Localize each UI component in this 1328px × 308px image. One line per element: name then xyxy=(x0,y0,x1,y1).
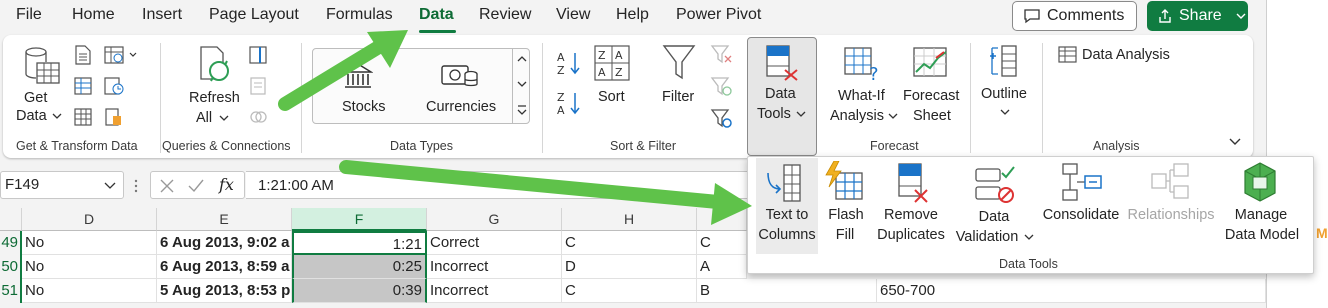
arrow-to-data-tab xyxy=(278,30,408,111)
arrow-to-text-to-columns xyxy=(339,160,752,225)
annotation-arrows xyxy=(278,30,752,225)
excel-window: File Home Insert Page Layout Formulas Da… xyxy=(0,0,1328,308)
